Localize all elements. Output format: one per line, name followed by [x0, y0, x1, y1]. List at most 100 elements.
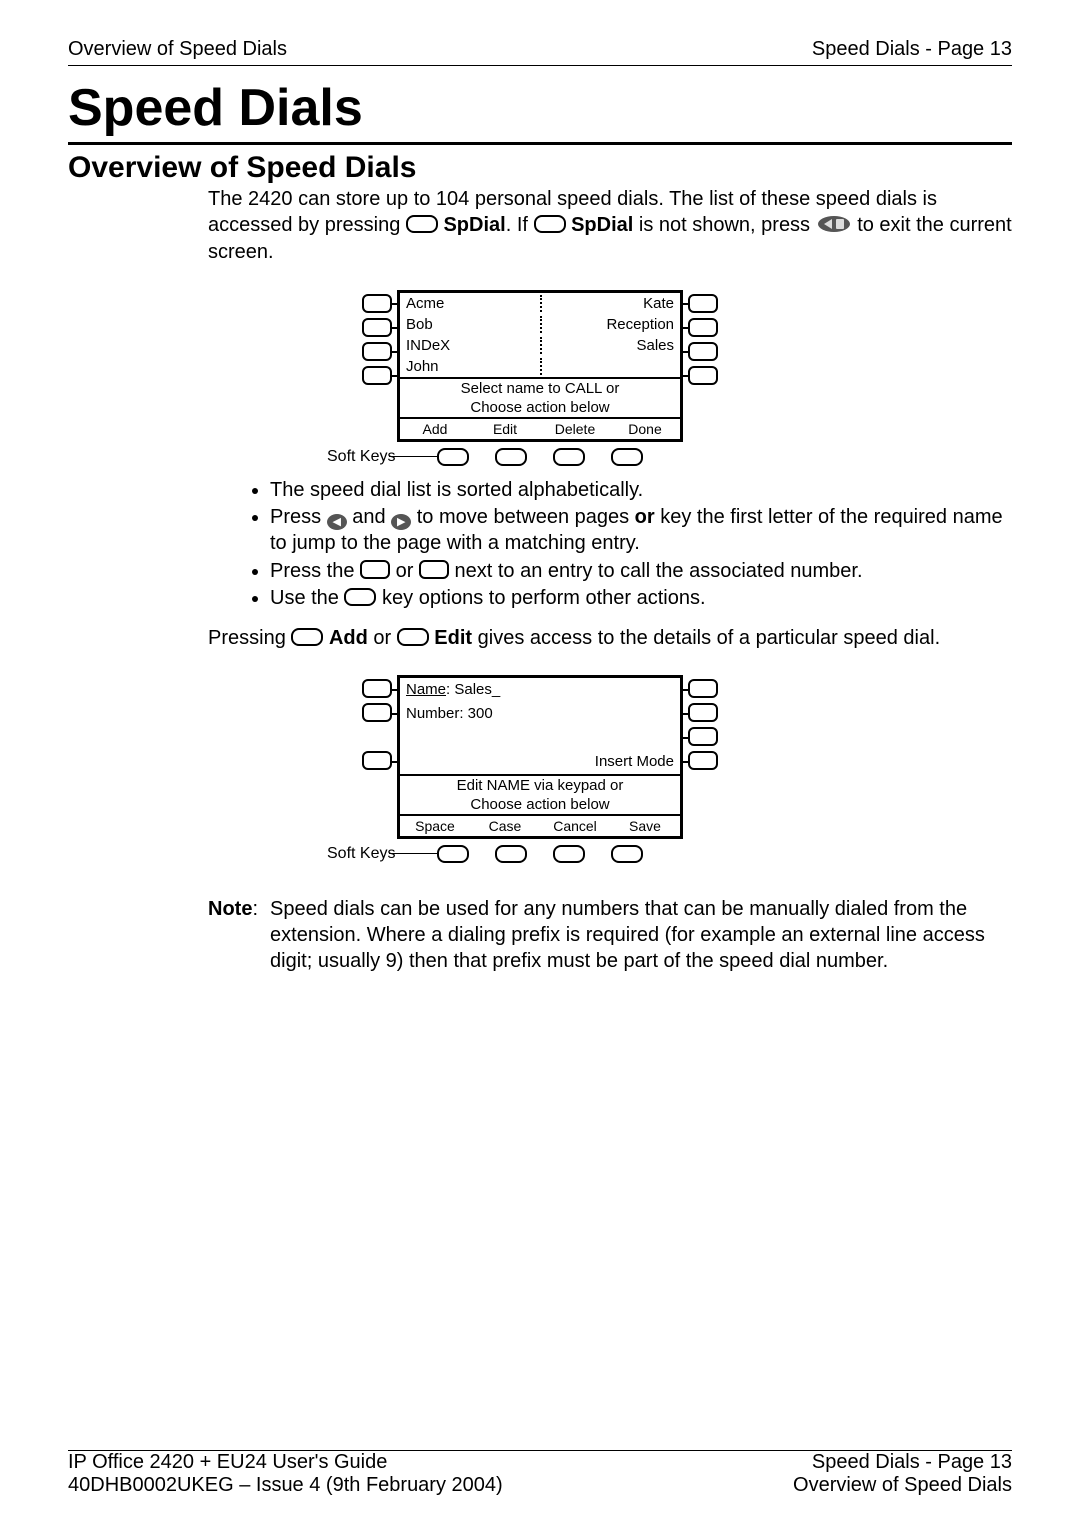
line-key-icon: [688, 703, 718, 722]
softkey-icon: [437, 845, 469, 863]
title-rule: [68, 142, 1012, 145]
left-line-keys: [362, 675, 392, 770]
line-key-icon: [688, 751, 718, 770]
softkey-icon: [291, 628, 323, 646]
softkey-icon: [611, 845, 643, 863]
line-key-icon: [362, 703, 392, 722]
insert-mode-label: Insert Mode: [406, 753, 674, 770]
intro-paragraph: The 2420 can store up to 104 personal sp…: [208, 187, 1012, 266]
softkeys-caption: Soft Keys: [327, 448, 395, 466]
section-title: Overview of Speed Dials: [68, 151, 1012, 185]
intro-text-2: . If: [506, 214, 534, 236]
entry-left: INDeX: [406, 337, 450, 354]
entry-right: Sales: [636, 337, 674, 354]
mid-text: or: [373, 627, 396, 649]
softkey-icon: [406, 215, 438, 233]
name-value: : Sales_: [446, 681, 500, 698]
bullet-item: Press the or next to an entry to call th…: [270, 559, 1012, 585]
line-key-icon: [688, 727, 718, 746]
bullet-text: Press the: [270, 560, 360, 582]
page-footer: IP Office 2420 + EU24 User's Guide 40DHB…: [68, 1450, 1012, 1497]
softkey-icon: [534, 215, 566, 233]
softkey-icon: [553, 448, 585, 466]
screen-message-2: Choose action below: [400, 398, 680, 417]
entry-left: John: [406, 358, 439, 375]
softkey-label: Edit: [470, 421, 540, 437]
note-text: Speed dials can be used for any numbers …: [270, 897, 1012, 974]
softkey-icon: [437, 448, 469, 466]
name-field: Name: Sales_: [406, 681, 500, 698]
softkey-label: Done: [610, 421, 680, 437]
line-key-icon: [362, 679, 392, 698]
line-key-icon: [688, 342, 718, 361]
header-rule: [68, 65, 1012, 66]
screen-message-2: Choose action below: [400, 795, 680, 814]
line-key-icon: [688, 294, 718, 313]
bullet-or: or: [635, 506, 655, 528]
line-key-icon: [362, 342, 392, 361]
softkey-icon: [611, 448, 643, 466]
page-left-icon: ◀: [327, 514, 347, 530]
entry-left: Acme: [406, 295, 444, 312]
bullet-item: Press ◀ and ▶ to move between pages or k…: [270, 505, 1012, 556]
line-key-left-icon: [419, 560, 449, 579]
bullet-text: and: [352, 506, 391, 528]
exit-icon: [816, 215, 852, 241]
softkey-label: Save: [610, 818, 680, 834]
line-key-icon: [688, 679, 718, 698]
bullet-text: or: [396, 560, 419, 582]
softkeys-caption: Soft Keys: [327, 845, 395, 863]
blank-row: [406, 729, 410, 746]
entry-right: Kate: [643, 295, 674, 312]
note-block: Note: Speed dials can be used for any nu…: [208, 897, 1012, 974]
spdial-label-2: SpDial: [571, 214, 633, 236]
line-key-icon: [362, 318, 392, 337]
footer-left-2: 40DHB0002UKEG – Issue 4 (9th February 20…: [68, 1474, 503, 1497]
speed-dial-list-diagram: AcmeKate BobReception INDeXSales John Se…: [68, 290, 1012, 466]
softkey-buttons-row: Soft Keys: [437, 845, 643, 863]
bullet-text: Use the: [270, 587, 344, 609]
number-field: Number: 300: [406, 705, 493, 722]
note-label: Note:: [208, 897, 258, 974]
page-title: Speed Dials: [68, 78, 1012, 138]
footer-right-1: Speed Dials - Page 13: [793, 1451, 1012, 1474]
softkey-buttons-row: Soft Keys: [437, 448, 643, 466]
mid-text: Pressing: [208, 627, 291, 649]
screen-message-1: Edit NAME via keypad or: [400, 774, 680, 795]
entry-left: Bob: [406, 316, 433, 333]
footer-right-2: Overview of Speed Dials: [793, 1474, 1012, 1497]
softkey-label: Delete: [540, 421, 610, 437]
right-line-keys: [688, 675, 718, 770]
bullet-text: next to an entry to call the associated …: [455, 560, 863, 582]
softkey-label: Space: [400, 818, 470, 834]
intro-text-3: is not shown, press: [633, 214, 815, 236]
add-label: Add: [329, 627, 368, 649]
bullet-list-block: The speed dial list is sorted alphabetic…: [208, 478, 1012, 652]
bullet-text: Press: [270, 506, 327, 528]
note-label-text: Note: [208, 898, 252, 920]
right-line-keys: [688, 290, 718, 385]
bullet-text: key options to perform other actions.: [382, 587, 706, 609]
softkey-label: Case: [470, 818, 540, 834]
bullet-text: to move between pages: [417, 506, 635, 528]
line-key-icon: [362, 366, 392, 385]
softkey-labels: Space Case Cancel Save: [400, 814, 680, 836]
softkey-icon: [553, 845, 585, 863]
line-key-icon: [688, 318, 718, 337]
header-right: Speed Dials - Page 13: [812, 38, 1012, 61]
footer-left-1: IP Office 2420 + EU24 User's Guide: [68, 1451, 503, 1474]
name-label: Name: [406, 681, 446, 698]
header-left: Overview of Speed Dials: [68, 38, 287, 61]
mid-text: gives access to the details of a particu…: [478, 627, 940, 649]
left-line-keys: [362, 290, 392, 385]
phone-screen: Name: Sales_ Number: 300 Insert Mode Edi…: [397, 675, 683, 839]
softkey-icon: [495, 845, 527, 863]
line-key-icon: [362, 294, 392, 313]
softkey-icon: [344, 588, 376, 606]
bullet-text: The speed dial list is sorted alphabetic…: [270, 479, 643, 501]
softkey-labels: Add Edit Delete Done: [400, 417, 680, 439]
softkey-label: Cancel: [540, 818, 610, 834]
line-key-icon: [362, 751, 392, 770]
spdial-label-1: SpDial: [443, 214, 505, 236]
page-right-icon: ▶: [391, 514, 411, 530]
